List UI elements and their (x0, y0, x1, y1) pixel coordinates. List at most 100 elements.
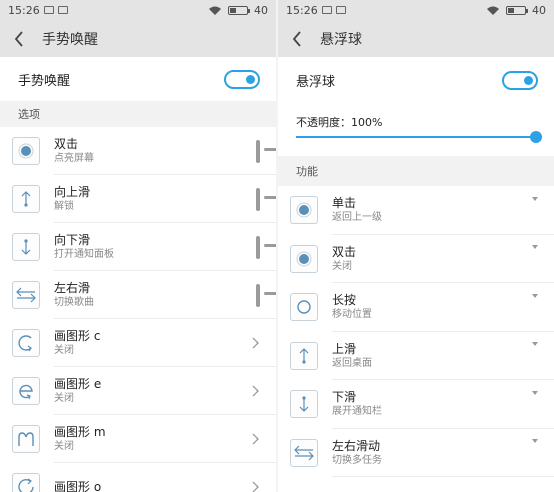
dropdown-arrow-icon[interactable] (532, 196, 538, 220)
section-label: 功能 (296, 165, 318, 178)
item-subtitle: 打开通知面板 (54, 249, 114, 260)
chevron-right-icon (252, 433, 259, 444)
functions-section-header: 功能 (278, 156, 554, 186)
opacity-setting: 不透明度：100% (278, 104, 554, 152)
list-item[interactable]: 画图形 c 关闭 (0, 319, 276, 367)
list-item[interactable]: 左右滑动 切换多任务 (278, 428, 554, 477)
gesture-options-list: 双击 点亮屏幕 向上滑 解锁 向下滑 打开通知面板 左右滑 切换歌曲 画图形 c 关闭 画图形 e关… (0, 127, 276, 492)
item-title: 画图形 c (54, 329, 101, 343)
item-subtitle: 关闭 (54, 393, 74, 404)
item-title: 下滑 (332, 390, 357, 405)
swipe-down-icon (290, 390, 318, 419)
floating-ball-actions-list: 单击 返回上一级 双击 关闭 长按 移动位置 上滑 返回桌面 下滑 展开通知栏 左右滑动 切换多任务 (278, 186, 554, 477)
item-title: 上滑 (332, 341, 357, 356)
page-title: 悬浮球 (320, 31, 362, 48)
floating-ball-label: 悬浮球 (296, 75, 336, 90)
section-label: 选项 (18, 108, 40, 121)
options-section-header: 选项 (0, 101, 276, 127)
list-item[interactable]: 上滑 返回桌面 (278, 331, 554, 380)
opacity-slider-thumb[interactable] (530, 131, 542, 143)
back-arrow-icon[interactable] (14, 27, 38, 51)
opacity-slider-fill (296, 136, 536, 138)
list-item[interactable]: 左右滑 切换歌曲 (0, 271, 276, 319)
page-title: 手势唤醒 (42, 31, 98, 48)
draw-c-icon (12, 329, 40, 357)
floating-ball-switch[interactable] (502, 71, 538, 90)
list-item[interactable]: 向下滑 打开通知面板 (0, 223, 276, 271)
list-item[interactable]: 双击 点亮屏幕 (0, 127, 276, 175)
item-title: 向下滑 (54, 233, 91, 247)
item-subtitle: 切换多任务 (332, 454, 382, 466)
back-arrow-icon[interactable] (292, 27, 316, 51)
list-item[interactable]: 画图形 o (0, 463, 276, 492)
list-item[interactable]: 单击 返回上一级 (278, 186, 554, 235)
swipe-horizontal-icon (290, 438, 318, 467)
swipe-up-icon (12, 185, 40, 213)
dropdown-arrow-icon[interactable] (532, 245, 538, 269)
long-press-icon (290, 293, 318, 322)
battery-icon (506, 5, 528, 15)
app-bar: 手势唤醒 (0, 20, 276, 57)
opacity-label: 不透明度：100% (296, 116, 383, 129)
option-switch[interactable] (256, 283, 276, 307)
wifi-icon (486, 6, 500, 15)
item-title: 左右滑 (54, 281, 91, 295)
list-item[interactable]: 画图形 m 关闭 (0, 415, 276, 463)
option-switch[interactable] (256, 139, 276, 163)
dropdown-arrow-icon[interactable] (532, 439, 538, 463)
floating-ball-toggle-row[interactable]: 悬浮球 (278, 57, 554, 104)
battery-level-text: 40 (254, 3, 268, 17)
status-time: 15:26 (286, 3, 318, 17)
list-item[interactable]: 双击 关闭 (278, 234, 554, 283)
item-title: 左右滑动 (332, 438, 381, 453)
image-notification-icon (321, 6, 332, 14)
item-subtitle: 展开通知栏 (332, 406, 382, 418)
list-item[interactable]: 下滑 展开通知栏 (278, 380, 554, 429)
gesture-wake-label: 手势唤醒 (18, 73, 71, 89)
chevron-right-icon (252, 481, 259, 492)
item-title: 双击 (332, 244, 357, 259)
item-subtitle: 关闭 (54, 441, 74, 452)
swipe-horizontal-icon (12, 281, 40, 309)
opacity-slider[interactable] (296, 131, 542, 143)
gesture-wake-toggle-row[interactable]: 手势唤醒 (0, 57, 276, 101)
status-bar: 15:26 40 (278, 0, 554, 20)
image-notification-icon (57, 6, 68, 14)
status-time: 15:26 (8, 3, 40, 17)
gesture-wake-screen: 15:26 40 手势唤醒 手势唤醒 选项 双击 点亮屏幕 向上滑 解锁向下滑打开通知… (0, 0, 276, 492)
swipe-up-icon (290, 341, 318, 370)
item-subtitle: 点亮屏幕 (54, 153, 94, 164)
app-bar: 悬浮球 (278, 20, 554, 57)
floating-ball-screen: 15:26 40 悬浮球 悬浮球 不透明度：100% 功能 单击 返回上一级 双击关… (278, 0, 554, 492)
notification-icon (43, 6, 54, 14)
item-subtitle: 关闭 (54, 345, 74, 356)
item-subtitle: 关闭 (332, 260, 352, 272)
item-subtitle: 移动位置 (332, 309, 372, 321)
draw-m-icon (12, 425, 40, 453)
item-subtitle: 返回桌面 (332, 357, 372, 369)
option-switch[interactable] (256, 187, 276, 211)
option-switch[interactable] (256, 235, 276, 259)
list-item[interactable]: 向上滑 解锁 (0, 175, 276, 223)
double-tap-icon (12, 137, 40, 165)
single-tap-icon (290, 196, 318, 225)
item-subtitle: 解锁 (54, 201, 74, 212)
notification-icon (335, 6, 346, 14)
item-title: 画图形 o (54, 480, 102, 492)
draw-o-icon (12, 473, 40, 492)
double-tap-icon (290, 244, 318, 273)
list-item[interactable]: 长按 移动位置 (278, 283, 554, 332)
dropdown-arrow-icon[interactable] (532, 293, 538, 317)
draw-e-icon (12, 377, 40, 405)
dropdown-arrow-icon[interactable] (532, 390, 538, 414)
item-title: 画图形 m (54, 425, 106, 439)
status-bar: 15:26 40 (0, 0, 276, 20)
dropdown-arrow-icon[interactable] (532, 342, 538, 366)
chevron-right-icon (252, 337, 259, 348)
wifi-icon (208, 6, 222, 15)
swipe-down-icon (12, 233, 40, 261)
item-title: 单击 (332, 196, 357, 211)
item-subtitle: 返回上一级 (332, 212, 382, 224)
list-item[interactable]: 画图形 e 关闭 (0, 367, 276, 415)
gesture-wake-switch[interactable] (224, 69, 260, 89)
